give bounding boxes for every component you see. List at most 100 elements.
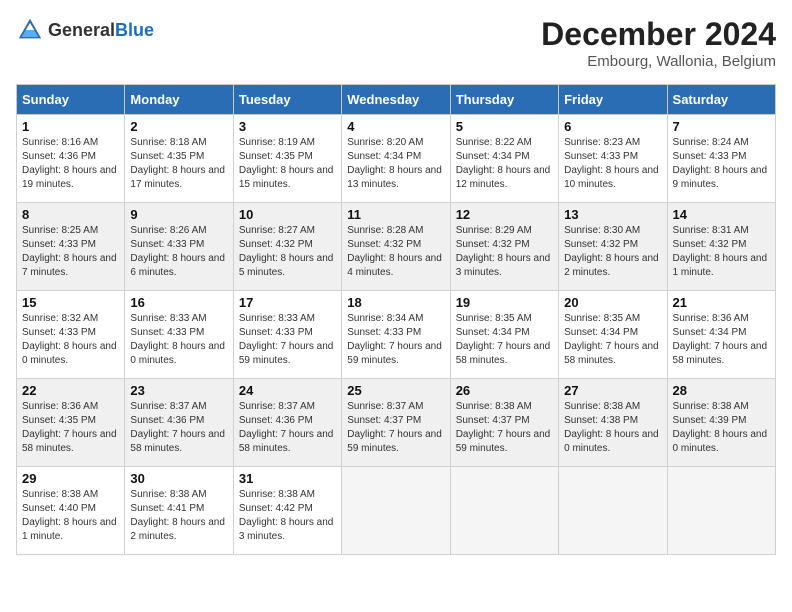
calendar-cell: 17 Sunrise: 8:33 AM Sunset: 4:33 PM Dayl… — [233, 291, 341, 379]
day-detail: Sunrise: 8:36 AM Sunset: 4:34 PM Dayligh… — [673, 312, 770, 368]
calendar-cell: 14 Sunrise: 8:31 AM Sunset: 4:32 PM Dayl… — [667, 203, 775, 291]
day-number: 28 — [673, 383, 770, 398]
day-detail: Sunrise: 8:35 AM Sunset: 4:34 PM Dayligh… — [456, 312, 553, 368]
calendar-cell: 22 Sunrise: 8:36 AM Sunset: 4:35 PM Dayl… — [17, 379, 125, 467]
day-detail: Sunrise: 8:32 AM Sunset: 4:33 PM Dayligh… — [22, 312, 119, 368]
calendar-week-row: 15 Sunrise: 8:32 AM Sunset: 4:33 PM Dayl… — [17, 291, 776, 379]
day-detail: Sunrise: 8:37 AM Sunset: 4:37 PM Dayligh… — [347, 400, 444, 456]
calendar-cell: 3 Sunrise: 8:19 AM Sunset: 4:35 PM Dayli… — [233, 115, 341, 203]
calendar-cell: 2 Sunrise: 8:18 AM Sunset: 4:35 PM Dayli… — [125, 115, 233, 203]
calendar-cell: 24 Sunrise: 8:37 AM Sunset: 4:36 PM Dayl… — [233, 379, 341, 467]
day-number: 23 — [130, 383, 227, 398]
day-number: 12 — [456, 207, 553, 222]
day-detail: Sunrise: 8:25 AM Sunset: 4:33 PM Dayligh… — [22, 224, 119, 280]
calendar-cell: 30 Sunrise: 8:38 AM Sunset: 4:41 PM Dayl… — [125, 467, 233, 555]
col-header-tuesday: Tuesday — [233, 85, 341, 115]
calendar-cell: 23 Sunrise: 8:37 AM Sunset: 4:36 PM Dayl… — [125, 379, 233, 467]
day-detail: Sunrise: 8:33 AM Sunset: 4:33 PM Dayligh… — [130, 312, 227, 368]
calendar-cell: 18 Sunrise: 8:34 AM Sunset: 4:33 PM Dayl… — [342, 291, 450, 379]
day-number: 4 — [347, 119, 444, 134]
col-header-monday: Monday — [125, 85, 233, 115]
col-header-sunday: Sunday — [17, 85, 125, 115]
day-detail: Sunrise: 8:31 AM Sunset: 4:32 PM Dayligh… — [673, 224, 770, 280]
day-number: 9 — [130, 207, 227, 222]
day-number: 13 — [564, 207, 661, 222]
day-number: 11 — [347, 207, 444, 222]
day-detail: Sunrise: 8:20 AM Sunset: 4:34 PM Dayligh… — [347, 136, 444, 192]
day-number: 18 — [347, 295, 444, 310]
calendar-cell: 7 Sunrise: 8:24 AM Sunset: 4:33 PM Dayli… — [667, 115, 775, 203]
day-detail: Sunrise: 8:38 AM Sunset: 4:40 PM Dayligh… — [22, 488, 119, 544]
day-detail: Sunrise: 8:34 AM Sunset: 4:33 PM Dayligh… — [347, 312, 444, 368]
day-detail: Sunrise: 8:38 AM Sunset: 4:37 PM Dayligh… — [456, 400, 553, 456]
calendar-cell: 27 Sunrise: 8:38 AM Sunset: 4:38 PM Dayl… — [559, 379, 667, 467]
calendar-cell: 31 Sunrise: 8:38 AM Sunset: 4:42 PM Dayl… — [233, 467, 341, 555]
col-header-friday: Friday — [559, 85, 667, 115]
day-number: 25 — [347, 383, 444, 398]
calendar-cell — [342, 467, 450, 555]
day-detail: Sunrise: 8:24 AM Sunset: 4:33 PM Dayligh… — [673, 136, 770, 192]
day-detail: Sunrise: 8:26 AM Sunset: 4:33 PM Dayligh… — [130, 224, 227, 280]
calendar-cell: 1 Sunrise: 8:16 AM Sunset: 4:36 PM Dayli… — [17, 115, 125, 203]
day-number: 29 — [22, 471, 119, 486]
calendar-cell: 6 Sunrise: 8:23 AM Sunset: 4:33 PM Dayli… — [559, 115, 667, 203]
day-number: 10 — [239, 207, 336, 222]
calendar-week-row: 22 Sunrise: 8:36 AM Sunset: 4:35 PM Dayl… — [17, 379, 776, 467]
day-detail: Sunrise: 8:38 AM Sunset: 4:42 PM Dayligh… — [239, 488, 336, 544]
day-number: 31 — [239, 471, 336, 486]
month-year-title: December 2024 — [541, 16, 776, 53]
calendar-cell: 5 Sunrise: 8:22 AM Sunset: 4:34 PM Dayli… — [450, 115, 558, 203]
calendar-week-row: 8 Sunrise: 8:25 AM Sunset: 4:33 PM Dayli… — [17, 203, 776, 291]
logo: GeneralBlue — [16, 16, 154, 44]
day-number: 21 — [673, 295, 770, 310]
calendar-cell: 29 Sunrise: 8:38 AM Sunset: 4:40 PM Dayl… — [17, 467, 125, 555]
day-number: 27 — [564, 383, 661, 398]
calendar-header-row: SundayMondayTuesdayWednesdayThursdayFrid… — [17, 85, 776, 115]
day-detail: Sunrise: 8:18 AM Sunset: 4:35 PM Dayligh… — [130, 136, 227, 192]
day-detail: Sunrise: 8:16 AM Sunset: 4:36 PM Dayligh… — [22, 136, 119, 192]
day-number: 2 — [130, 119, 227, 134]
day-detail: Sunrise: 8:23 AM Sunset: 4:33 PM Dayligh… — [564, 136, 661, 192]
day-number: 17 — [239, 295, 336, 310]
day-detail: Sunrise: 8:30 AM Sunset: 4:32 PM Dayligh… — [564, 224, 661, 280]
day-number: 1 — [22, 119, 119, 134]
day-detail: Sunrise: 8:38 AM Sunset: 4:38 PM Dayligh… — [564, 400, 661, 456]
location-subtitle: Embourg, Wallonia, Belgium — [541, 53, 776, 70]
day-detail: Sunrise: 8:36 AM Sunset: 4:35 PM Dayligh… — [22, 400, 119, 456]
day-number: 14 — [673, 207, 770, 222]
calendar-cell: 16 Sunrise: 8:33 AM Sunset: 4:33 PM Dayl… — [125, 291, 233, 379]
day-number: 8 — [22, 207, 119, 222]
col-header-thursday: Thursday — [450, 85, 558, 115]
day-number: 15 — [22, 295, 119, 310]
calendar-cell: 26 Sunrise: 8:38 AM Sunset: 4:37 PM Dayl… — [450, 379, 558, 467]
calendar-table: SundayMondayTuesdayWednesdayThursdayFrid… — [16, 84, 776, 555]
day-detail: Sunrise: 8:22 AM Sunset: 4:34 PM Dayligh… — [456, 136, 553, 192]
calendar-cell: 13 Sunrise: 8:30 AM Sunset: 4:32 PM Dayl… — [559, 203, 667, 291]
calendar-cell: 11 Sunrise: 8:28 AM Sunset: 4:32 PM Dayl… — [342, 203, 450, 291]
day-number: 22 — [22, 383, 119, 398]
calendar-cell: 8 Sunrise: 8:25 AM Sunset: 4:33 PM Dayli… — [17, 203, 125, 291]
day-number: 20 — [564, 295, 661, 310]
calendar-cell: 20 Sunrise: 8:35 AM Sunset: 4:34 PM Dayl… — [559, 291, 667, 379]
day-number: 26 — [456, 383, 553, 398]
calendar-cell: 15 Sunrise: 8:32 AM Sunset: 4:33 PM Dayl… — [17, 291, 125, 379]
day-number: 16 — [130, 295, 227, 310]
day-number: 30 — [130, 471, 227, 486]
col-header-wednesday: Wednesday — [342, 85, 450, 115]
day-detail: Sunrise: 8:29 AM Sunset: 4:32 PM Dayligh… — [456, 224, 553, 280]
col-header-saturday: Saturday — [667, 85, 775, 115]
calendar-cell: 21 Sunrise: 8:36 AM Sunset: 4:34 PM Dayl… — [667, 291, 775, 379]
calendar-cell: 25 Sunrise: 8:37 AM Sunset: 4:37 PM Dayl… — [342, 379, 450, 467]
calendar-cell: 4 Sunrise: 8:20 AM Sunset: 4:34 PM Dayli… — [342, 115, 450, 203]
calendar-week-row: 1 Sunrise: 8:16 AM Sunset: 4:36 PM Dayli… — [17, 115, 776, 203]
day-detail: Sunrise: 8:37 AM Sunset: 4:36 PM Dayligh… — [130, 400, 227, 456]
calendar-cell: 19 Sunrise: 8:35 AM Sunset: 4:34 PM Dayl… — [450, 291, 558, 379]
calendar-week-row: 29 Sunrise: 8:38 AM Sunset: 4:40 PM Dayl… — [17, 467, 776, 555]
calendar-cell: 12 Sunrise: 8:29 AM Sunset: 4:32 PM Dayl… — [450, 203, 558, 291]
calendar-cell — [559, 467, 667, 555]
calendar-cell: 28 Sunrise: 8:38 AM Sunset: 4:39 PM Dayl… — [667, 379, 775, 467]
calendar-cell — [667, 467, 775, 555]
calendar-cell — [450, 467, 558, 555]
calendar-cell: 9 Sunrise: 8:26 AM Sunset: 4:33 PM Dayli… — [125, 203, 233, 291]
title-block: December 2024 Embourg, Wallonia, Belgium — [541, 16, 776, 70]
